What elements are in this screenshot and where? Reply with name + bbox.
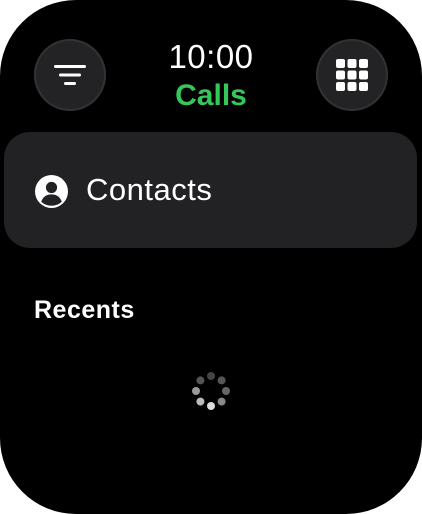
watch-screen: 10:00 Calls Contacts Recents — [0, 0, 422, 514]
contacts-label: Contacts — [86, 172, 213, 207]
person-circle-icon — [35, 175, 68, 208]
keypad-icon — [336, 59, 368, 91]
keypad-button[interactable] — [316, 39, 388, 111]
recents-header: Recents — [34, 296, 135, 324]
loading-spinner-icon — [192, 372, 230, 410]
contacts-button[interactable]: Contacts — [4, 132, 417, 248]
